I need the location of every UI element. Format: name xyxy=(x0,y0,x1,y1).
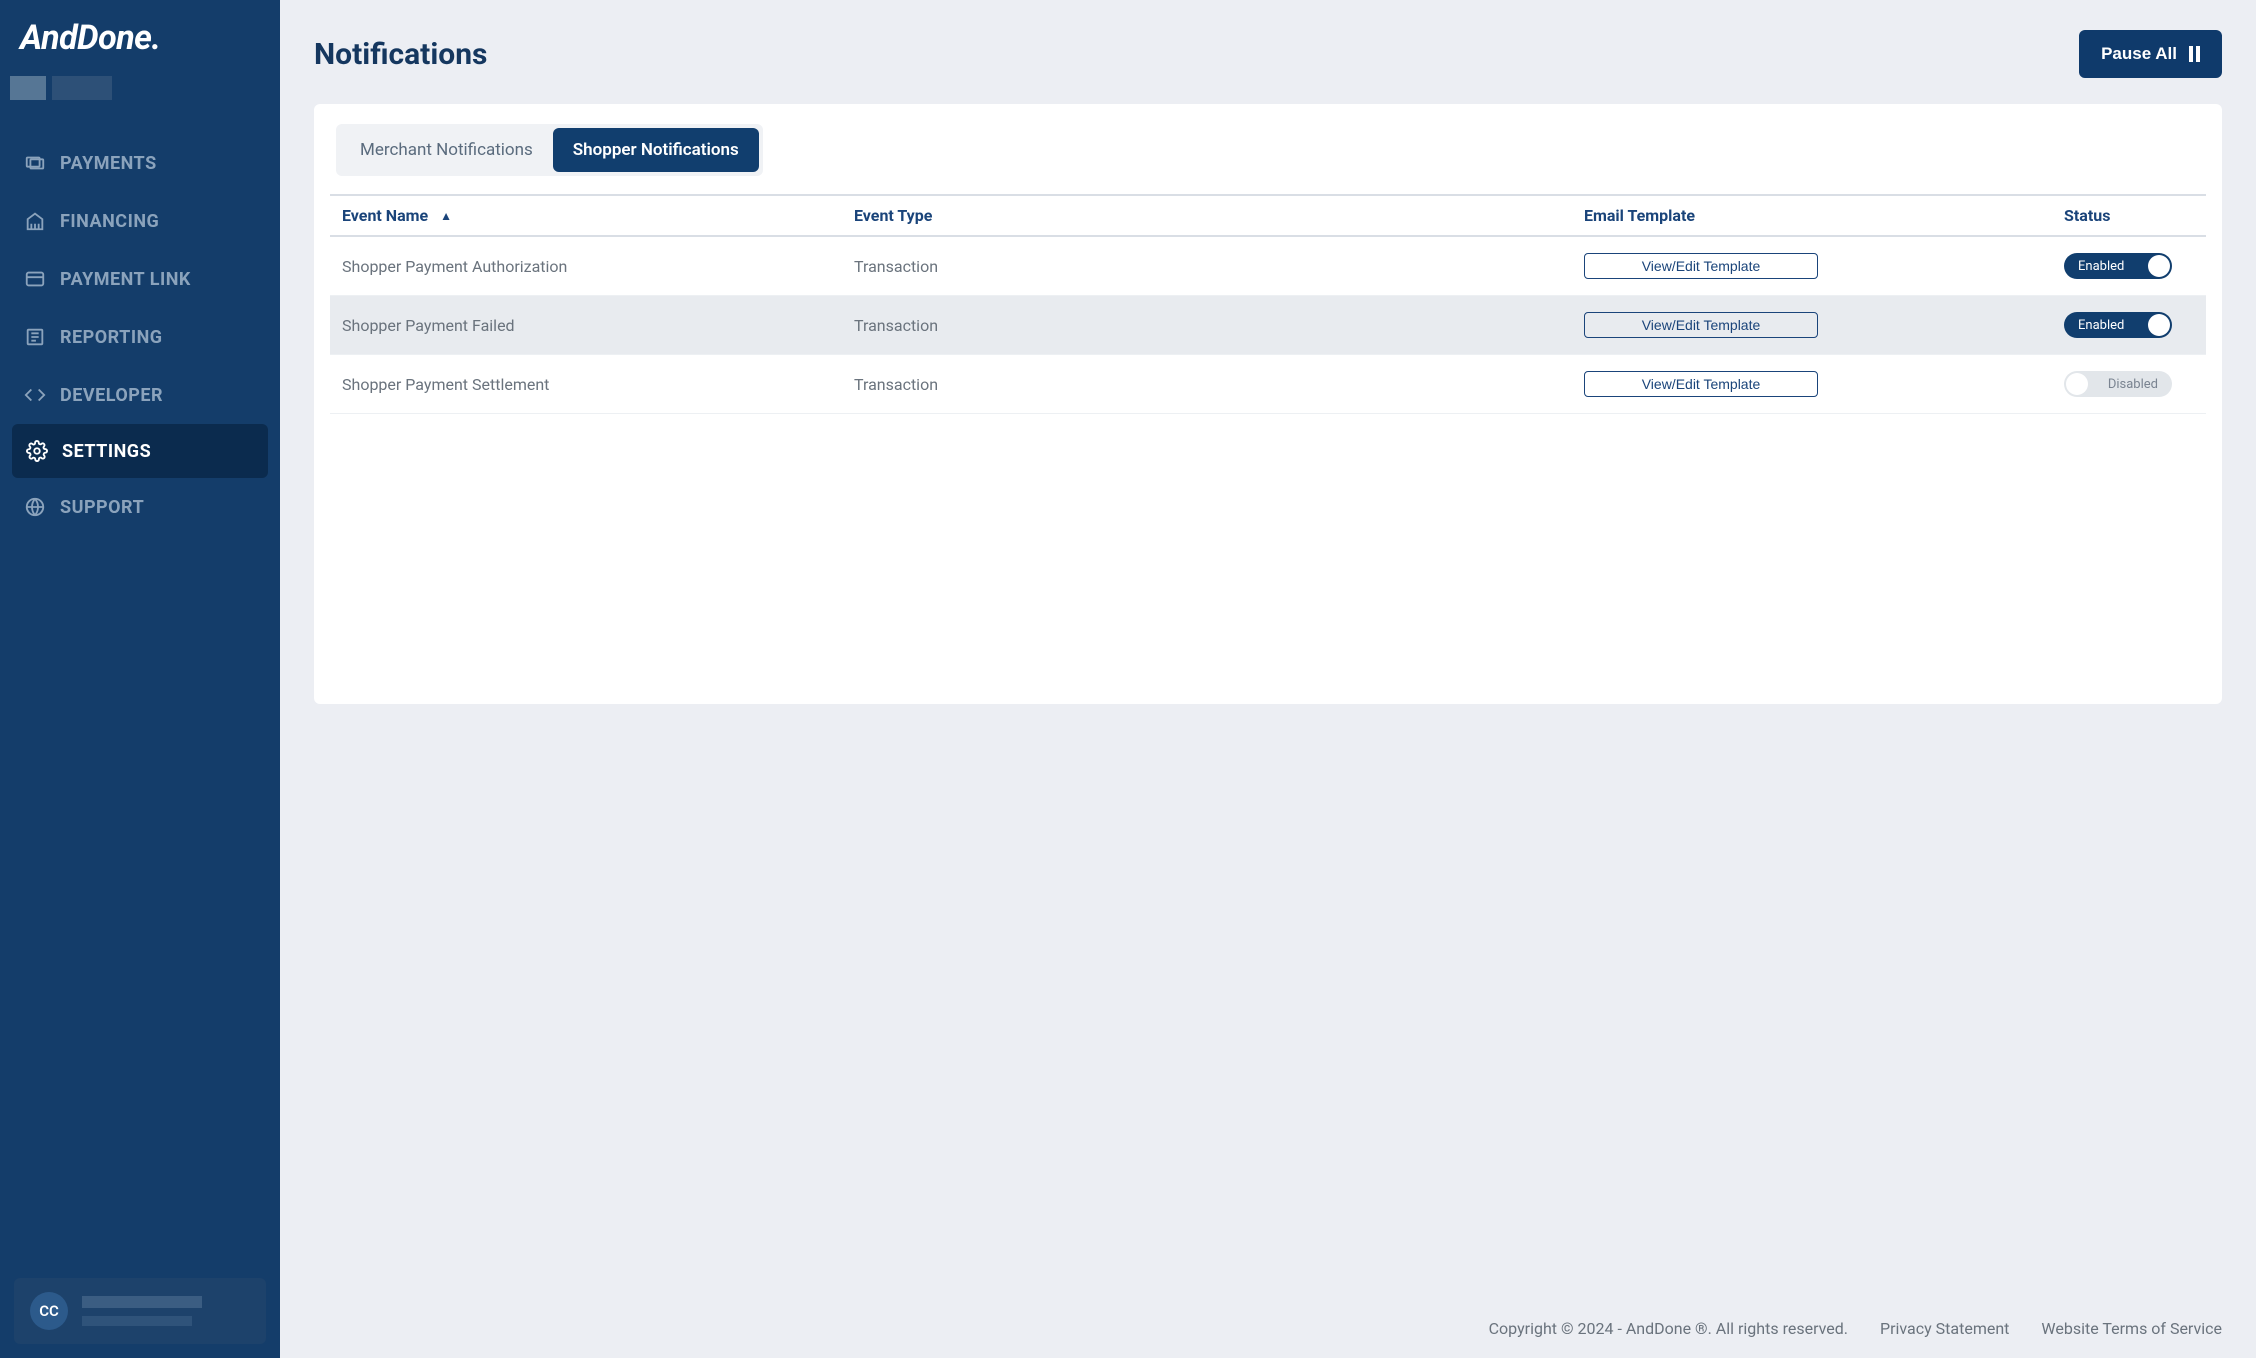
cell-status: Enabled xyxy=(2004,312,2202,338)
view-edit-template-button[interactable]: View/Edit Template xyxy=(1584,312,1818,338)
sidebar-nav: PAYMENTS FINANCING PAYMENT LINK REPORTIN… xyxy=(0,122,280,1264)
status-toggle[interactable]: Enabled xyxy=(2064,253,2172,279)
user-avatar: CC xyxy=(30,1292,68,1330)
col-event-name[interactable]: Event Name ▲ xyxy=(334,206,854,225)
toggle-knob xyxy=(2148,314,2170,336)
sidebar-item-payments[interactable]: PAYMENTS xyxy=(0,134,280,192)
cell-template: View/Edit Template xyxy=(1584,371,2004,397)
sidebar-item-reporting[interactable]: REPORTING xyxy=(0,308,280,366)
tabs: Merchant Notifications Shopper Notificat… xyxy=(336,124,763,176)
view-edit-template-button[interactable]: View/Edit Template xyxy=(1584,253,1818,279)
toggle-label: Enabled xyxy=(2066,259,2136,274)
status-toggle[interactable]: Enabled xyxy=(2064,312,2172,338)
sidebar-item-support[interactable]: SUPPORT xyxy=(0,478,280,536)
nav-label: PAYMENT LINK xyxy=(60,269,191,290)
tab-shopper-notifications[interactable]: Shopper Notifications xyxy=(553,128,759,172)
payments-icon xyxy=(24,152,46,174)
terms-link[interactable]: Website Terms of Service xyxy=(2041,1319,2222,1338)
cell-template: View/Edit Template xyxy=(1584,312,2004,338)
brand-logo: AndDone. xyxy=(0,0,280,70)
toggle-label: Disabled xyxy=(2096,377,2170,392)
nav-label: DEVELOPER xyxy=(60,385,163,406)
table-row: Shopper Payment Authorization Transactio… xyxy=(330,237,2206,296)
nav-label: SETTINGS xyxy=(62,441,151,462)
status-toggle[interactable]: Disabled xyxy=(2064,371,2172,397)
col-event-type[interactable]: Event Type xyxy=(854,206,1584,225)
col-status[interactable]: Status xyxy=(2004,206,2202,225)
user-info xyxy=(82,1296,250,1326)
col-email-template[interactable]: Email Template xyxy=(1584,206,2004,225)
cell-event-name: Shopper Payment Failed xyxy=(334,316,854,335)
cell-template: View/Edit Template xyxy=(1584,253,2004,279)
page-title: Notifications xyxy=(314,37,487,72)
sidebar-item-settings[interactable]: SETTINGS xyxy=(12,424,268,478)
toggle-knob xyxy=(2066,373,2088,395)
cell-event-name: Shopper Payment Authorization xyxy=(334,257,854,276)
privacy-link[interactable]: Privacy Statement xyxy=(1880,1319,2009,1338)
sort-asc-icon: ▲ xyxy=(440,209,452,223)
cell-event-type: Transaction xyxy=(854,375,1584,394)
sidebar: AndDone. PAYMENTS FINANCING PAYMENT LINK… xyxy=(0,0,280,1358)
financing-icon xyxy=(24,210,46,232)
sidebar-item-financing[interactable]: FINANCING xyxy=(0,192,280,250)
main-content: Notifications Pause All Merchant Notific… xyxy=(280,0,2256,1358)
view-edit-template-button[interactable]: View/Edit Template xyxy=(1584,371,1818,397)
nav-label: PAYMENTS xyxy=(60,153,157,174)
account-selector[interactable] xyxy=(10,76,270,104)
support-icon xyxy=(24,496,46,518)
user-card[interactable]: CC xyxy=(14,1278,266,1344)
page-footer: Copyright © 2024 - AndDone ®. All rights… xyxy=(280,1299,2256,1358)
cell-event-type: Transaction xyxy=(854,257,1584,276)
developer-icon xyxy=(24,384,46,406)
notifications-table: Event Name ▲ Event Type Email Template S… xyxy=(330,194,2206,414)
nav-label: FINANCING xyxy=(60,211,159,232)
cell-event-type: Transaction xyxy=(854,316,1584,335)
settings-icon xyxy=(26,440,48,462)
tab-merchant-notifications[interactable]: Merchant Notifications xyxy=(340,128,553,172)
payment-link-icon xyxy=(24,268,46,290)
pause-all-button[interactable]: Pause All xyxy=(2079,30,2222,78)
cell-event-name: Shopper Payment Settlement xyxy=(334,375,854,394)
notifications-panel: Merchant Notifications Shopper Notificat… xyxy=(314,104,2222,704)
table-header: Event Name ▲ Event Type Email Template S… xyxy=(330,194,2206,237)
pause-all-label: Pause All xyxy=(2101,44,2177,64)
sidebar-item-payment-link[interactable]: PAYMENT LINK xyxy=(0,250,280,308)
copyright-text: Copyright © 2024 - AndDone ®. All rights… xyxy=(1489,1319,1848,1338)
nav-label: REPORTING xyxy=(60,327,163,348)
table-row: Shopper Payment Failed Transaction View/… xyxy=(330,296,2206,355)
cell-status: Enabled xyxy=(2004,253,2202,279)
table-row: Shopper Payment Settlement Transaction V… xyxy=(330,355,2206,414)
pause-icon xyxy=(2189,46,2200,62)
toggle-knob xyxy=(2148,255,2170,277)
nav-label: SUPPORT xyxy=(60,497,144,518)
toggle-label: Enabled xyxy=(2066,318,2136,333)
sidebar-item-developer[interactable]: DEVELOPER xyxy=(0,366,280,424)
page-header: Notifications Pause All xyxy=(280,0,2256,104)
cell-status: Disabled xyxy=(2004,371,2202,397)
reporting-icon xyxy=(24,326,46,348)
